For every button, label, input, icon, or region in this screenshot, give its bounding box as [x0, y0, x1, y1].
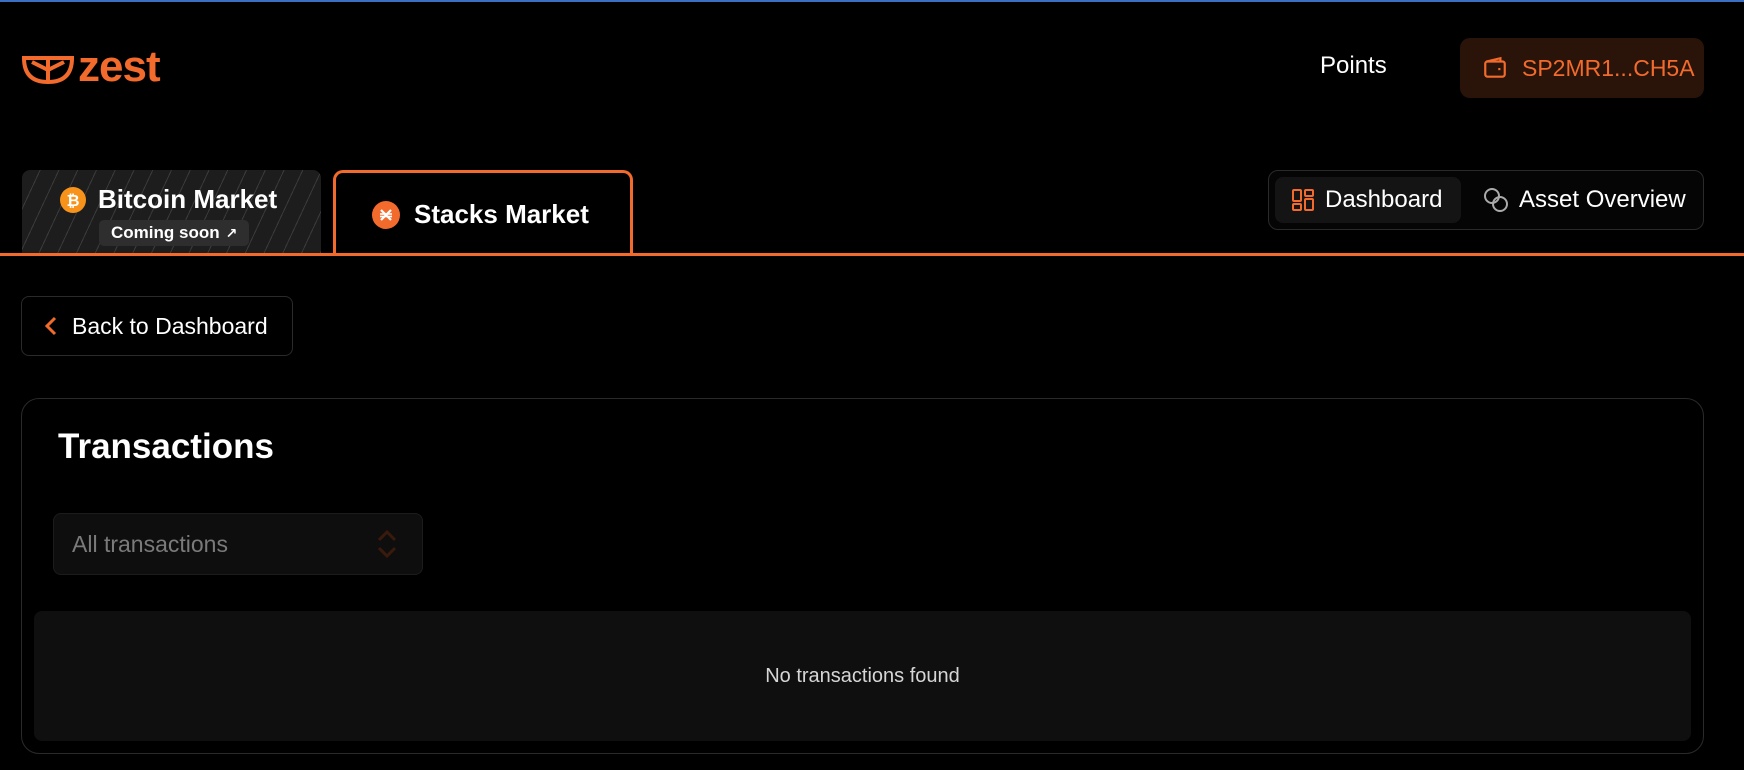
dashboard-grid-icon [1292, 189, 1314, 211]
tab-stacks-market[interactable]: Stacks Market [333, 170, 633, 256]
wallet-icon [1484, 56, 1506, 78]
external-link-icon: ↗ [225, 224, 238, 241]
wallet-address: SP2MR1...CH5A [1522, 54, 1695, 81]
window-top-border [0, 0, 1744, 2]
stacks-icon [372, 200, 400, 229]
coins-icon [1484, 188, 1508, 212]
wallet-button[interactable]: SP2MR1...CH5A [1460, 38, 1704, 98]
transaction-filter-value: All transactions [72, 530, 228, 557]
brand-name: zest [78, 42, 161, 91]
svg-text:₿: ₿ [66, 192, 79, 210]
tab-bitcoin-market[interactable]: ₿ Bitcoin Market Coming soon ↗ [22, 170, 321, 254]
coming-soon-label: Coming soon [111, 223, 220, 242]
transactions-empty-state: No transactions found [34, 611, 1691, 741]
points-link[interactable]: Points [1320, 52, 1387, 80]
asset-overview-view-label: Asset Overview [1519, 186, 1686, 213]
tabs-underline [0, 253, 1744, 256]
stacks-market-label: Stacks Market [414, 199, 589, 229]
chevron-left-icon [44, 316, 57, 336]
back-to-dashboard-label: Back to Dashboard [72, 312, 268, 339]
chevron-up-down-icon [377, 529, 397, 559]
transactions-panel: Transactions All transactions No transac… [21, 398, 1704, 754]
coming-soon-badge[interactable]: Coming soon ↗ [99, 220, 250, 246]
dashboard-view-label: Dashboard [1325, 186, 1443, 213]
bitcoin-icon: ₿ [60, 186, 86, 213]
dashboard-view-button[interactable]: Dashboard [1275, 177, 1461, 223]
back-to-dashboard-button[interactable]: Back to Dashboard [21, 296, 293, 356]
view-switcher: Dashboard Asset Overview [1268, 170, 1704, 230]
transactions-title: Transactions [58, 427, 274, 466]
zest-logo[interactable]: zest [22, 42, 161, 91]
asset-overview-view-button[interactable]: Asset Overview [1483, 177, 1686, 223]
zest-logo-icon [22, 56, 74, 84]
transaction-filter-select[interactable]: All transactions [53, 513, 423, 575]
bitcoin-market-label: Bitcoin Market [98, 184, 278, 214]
empty-state-message: No transactions found [765, 664, 960, 687]
